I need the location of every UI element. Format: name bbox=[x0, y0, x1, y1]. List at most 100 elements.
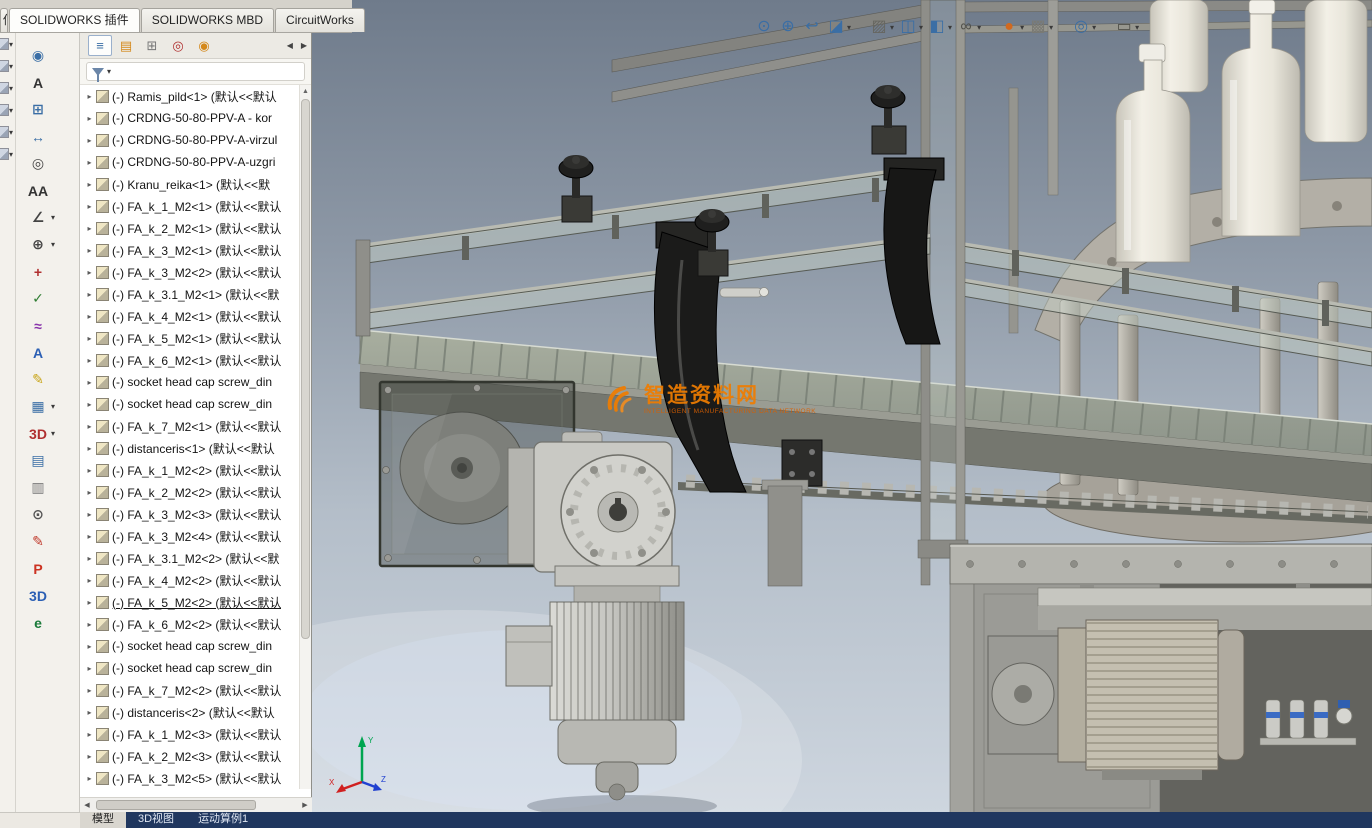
tree-item[interactable]: ▸ (-) FA_k_6_M2<2> (默认<<默认 bbox=[80, 613, 300, 635]
tree-item[interactable]: ▸ (-) distanceris<2> (默认<<默认 bbox=[80, 701, 300, 723]
tree-item[interactable]: ▸ (-) FA_k_4_M2<2> (默认<<默认 bbox=[80, 569, 300, 591]
expand-arrow-icon[interactable]: ▸ bbox=[84, 92, 95, 101]
tree-horizontal-scrollbar[interactable]: ◀ ▶ bbox=[80, 797, 312, 812]
expand-arrow-icon[interactable]: ▸ bbox=[84, 378, 95, 387]
balloon-button[interactable]: ◉ bbox=[16, 42, 79, 69]
tree-vertical-scrollbar[interactable]: ▲ bbox=[299, 85, 311, 789]
panel-scroll-right-icon[interactable]: ▶ bbox=[297, 41, 311, 50]
section-view-button[interactable]: ◪ ▾ bbox=[824, 14, 853, 40]
view-orientation-button[interactable]: ◫ ▾ bbox=[896, 14, 925, 40]
tree-item[interactable]: ▸ (-) FA_k_6_M2<1> (默认<<默认 bbox=[80, 349, 300, 371]
expand-arrow-icon[interactable]: ▸ bbox=[84, 180, 95, 189]
tree-item[interactable]: ▸ (-) CRDNG-50-80-PPV-A - kor bbox=[80, 107, 300, 129]
partial-toolbar-button[interactable]: ▾ bbox=[0, 55, 16, 77]
expand-arrow-icon[interactable]: ▸ bbox=[84, 642, 95, 651]
support-post[interactable] bbox=[761, 479, 809, 587]
scroll-right-icon[interactable]: ▶ bbox=[298, 801, 312, 809]
worm-gearbox[interactable] bbox=[507, 431, 676, 573]
expand-arrow-icon[interactable]: ▸ bbox=[84, 532, 95, 541]
expand-arrow-icon[interactable]: ▸ bbox=[84, 400, 95, 409]
viewport-3d[interactable]: ⊙ ⊕ ↩ ◪ ▾ ▨ ▾ ◫ ▾ ◧ ▾ ∞ ▾ ● ▾ ▩ ▾ ◎ ▾ ▭ … bbox=[312, 0, 1372, 828]
partial-toolbar-button[interactable]: ▾ bbox=[0, 33, 16, 55]
partial-toolbar-button[interactable]: ▾ bbox=[0, 99, 16, 121]
3d-pdf-template-button[interactable]: 3D bbox=[16, 582, 79, 609]
tree-item[interactable]: ▸ (-) socket head cap screw_din bbox=[80, 393, 300, 415]
status-tab-model[interactable]: 模型 bbox=[80, 812, 126, 828]
expand-arrow-icon[interactable]: ▸ bbox=[84, 422, 95, 431]
tree-item[interactable]: ▸ (-) Ramis_pild<1> (默认<<默认 bbox=[80, 85, 300, 107]
datum-target-button[interactable]: ◎ bbox=[16, 150, 79, 177]
tree-item[interactable]: ▸ (-) FA_k_1_M2<2> (默认<<默认 bbox=[80, 459, 300, 481]
tree-item[interactable]: ▸ (-) distanceris<1> (默认<<默认 bbox=[80, 437, 300, 459]
tab-solidworks-mbd[interactable]: SOLIDWORKS MBD bbox=[140, 8, 275, 32]
tree-item[interactable]: ▸ (-) Kranu_reika<1> (默认<<默 bbox=[80, 173, 300, 195]
tree-item[interactable]: ▸ (-) CRDNG-50-80-PPV-A-uzgri bbox=[80, 151, 300, 173]
tree-item[interactable]: ▸ (-) FA_k_3_M2<1> (默认<<默认 bbox=[80, 239, 300, 261]
dynamic-annotation-views-button[interactable]: ▨ ▾ bbox=[867, 14, 896, 40]
tree-item[interactable]: ▸ (-) FA_k_3_M2<2> (默认<<默认 bbox=[80, 261, 300, 283]
horizontal-scroll-thumb[interactable] bbox=[96, 800, 256, 810]
tree-item[interactable]: ▸ (-) FA_k_3_M2<5> (默认<<默认 bbox=[80, 767, 300, 789]
expand-arrow-icon[interactable]: ▸ bbox=[84, 114, 95, 123]
expand-arrow-icon[interactable]: ▸ bbox=[84, 444, 95, 453]
auto-dimension-button[interactable]: + bbox=[16, 258, 79, 285]
datum-feature-button[interactable]: ⊞ bbox=[16, 96, 79, 123]
tab-solidworks-addins[interactable]: SOLIDWORKS 插件 bbox=[9, 8, 140, 32]
sketch-spline-button[interactable]: ≈ bbox=[16, 312, 79, 339]
expand-arrow-icon[interactable]: ▸ bbox=[84, 664, 95, 673]
tree-item[interactable]: ▸ (-) FA_k_7_M2<2> (默认<<默认 bbox=[80, 679, 300, 701]
expand-arrow-icon[interactable]: ▸ bbox=[84, 334, 95, 343]
expand-arrow-icon[interactable]: ▸ bbox=[84, 136, 95, 145]
partial-toolbar-button[interactable]: ▾ bbox=[0, 143, 16, 165]
expand-arrow-icon[interactable]: ▸ bbox=[84, 290, 95, 299]
zoom-to-fit-button[interactable]: ⊙ bbox=[752, 14, 776, 40]
tree-item[interactable]: ▸ (-) FA_k_5_M2<2> (默认<<默认 bbox=[80, 591, 300, 613]
expand-arrow-icon[interactable]: ▸ bbox=[84, 774, 95, 783]
expand-arrow-icon[interactable]: ▸ bbox=[84, 708, 95, 717]
pdf-export-button[interactable]: P bbox=[16, 555, 79, 582]
apply-scene-button[interactable]: ▩ ▾ bbox=[1026, 14, 1055, 40]
previous-view-button[interactable]: ↩ bbox=[800, 14, 824, 40]
tree-item[interactable]: ▸ (-) FA_k_1_M2<1> (默认<<默认 bbox=[80, 195, 300, 217]
tree-item[interactable]: ▸ (-) FA_k_3.1_M2<2> (默认<<默 bbox=[80, 547, 300, 569]
tab-evaluate-partial[interactable]: 估 bbox=[0, 8, 8, 32]
weld-symbol-button[interactable]: ∠ ▾ bbox=[16, 204, 79, 231]
tree-item[interactable]: ▸ (-) FA_k_2_M2<1> (默认<<默认 bbox=[80, 217, 300, 239]
view-settings-button[interactable]: ◎ ▾ bbox=[1069, 14, 1098, 40]
expand-arrow-icon[interactable]: ▸ bbox=[84, 224, 95, 233]
expand-arrow-icon[interactable]: ▸ bbox=[84, 202, 95, 211]
property-manager-tab[interactable]: ▤ bbox=[114, 35, 138, 56]
edit-appearance-button[interactable]: ● ▾ bbox=[997, 14, 1026, 40]
status-tab-3d-views[interactable]: 3D视图 bbox=[126, 812, 186, 828]
display-style-button[interactable]: ◧ ▾ bbox=[925, 14, 954, 40]
tree-item[interactable]: ▸ (-) CRDNG-50-80-PPV-A-virzul bbox=[80, 129, 300, 151]
dynamic-annotation-button[interactable]: ▥ bbox=[16, 474, 79, 501]
tree-item[interactable]: ▸ (-) FA_k_3_M2<4> (默认<<默认 bbox=[80, 525, 300, 547]
tree-item[interactable]: ▸ (-) FA_k_7_M2<1> (默认<<默认 bbox=[80, 415, 300, 437]
note-text-button[interactable]: A bbox=[16, 339, 79, 366]
expand-arrow-icon[interactable]: ▸ bbox=[84, 730, 95, 739]
basic-dimension-button[interactable]: ↔ bbox=[16, 123, 79, 150]
tree-item[interactable]: ▸ (-) socket head cap screw_din bbox=[80, 657, 300, 679]
vertical-scroll-thumb[interactable] bbox=[301, 99, 310, 639]
expand-arrow-icon[interactable]: ▸ bbox=[84, 246, 95, 255]
format-text-button[interactable]: AA bbox=[16, 177, 79, 204]
edit-appearance-tool-button[interactable]: ✎ bbox=[16, 528, 79, 555]
magnifier-button[interactable]: ⊙ bbox=[16, 501, 79, 528]
tree-item[interactable]: ▸ (-) FA_k_4_M2<1> (默认<<默认 bbox=[80, 305, 300, 327]
tree-item[interactable]: ▸ (-) FA_k_2_M2<3> (默认<<默认 bbox=[80, 745, 300, 767]
expand-arrow-icon[interactable]: ▸ bbox=[84, 158, 95, 167]
horizontal-scroll-track[interactable] bbox=[94, 798, 298, 812]
expand-arrow-icon[interactable]: ▸ bbox=[84, 554, 95, 563]
tree-item[interactable]: ▸ (-) socket head cap screw_din bbox=[80, 371, 300, 393]
scroll-left-icon[interactable]: ◀ bbox=[80, 801, 94, 809]
pdf-3d-button[interactable]: 3D ▾ bbox=[16, 420, 79, 447]
hide-show-items-button[interactable]: ∞ ▾ bbox=[954, 14, 983, 40]
expand-arrow-icon[interactable]: ▸ bbox=[84, 312, 95, 321]
expand-arrow-icon[interactable]: ▸ bbox=[84, 620, 95, 629]
status-tab-motion-study[interactable]: 运动算例1 bbox=[186, 812, 260, 828]
dimxpert-manager-tab[interactable]: ◎ bbox=[166, 35, 190, 56]
expand-arrow-icon[interactable]: ▸ bbox=[84, 466, 95, 475]
tree-item[interactable]: ▸ (-) socket head cap screw_din bbox=[80, 635, 300, 657]
note-button[interactable]: A bbox=[16, 69, 79, 96]
